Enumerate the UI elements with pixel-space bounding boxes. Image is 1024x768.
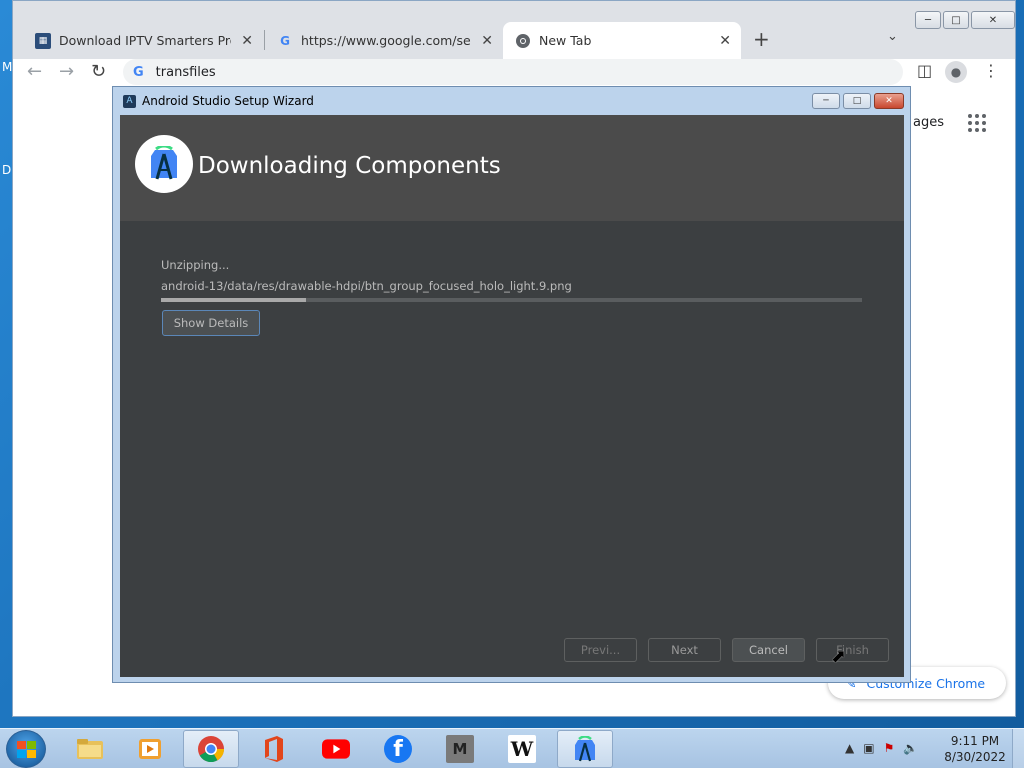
desktop-edge-label: D <box>2 163 12 177</box>
page-title: Downloading Components <box>198 153 501 179</box>
taskbar-youtube[interactable] <box>308 730 364 768</box>
google-g-icon: G <box>133 64 144 80</box>
close-tab-icon[interactable]: ✕ <box>719 33 731 49</box>
tab-google-search[interactable]: G https://www.google.com/search? ✕ <box>265 22 503 59</box>
system-tray: ▲ ▣ ⚑ 🔈 <box>845 741 918 755</box>
taskbar-media-player[interactable] <box>122 730 178 768</box>
progress-fill <box>161 298 307 302</box>
taskbar-android-studio[interactable] <box>557 730 613 768</box>
taskbar-file-explorer[interactable] <box>62 730 118 768</box>
tab-label: Download IPTV Smarters Pro 3.0 <box>59 33 231 48</box>
folder-icon <box>76 735 104 763</box>
download-progress-bar <box>161 298 862 302</box>
desktop-edge-label: M <box>2 60 13 74</box>
back-arrow-icon[interactable]: ← <box>27 61 42 82</box>
dialog-maximize-button[interactable]: □ <box>843 93 871 109</box>
tab-new-tab[interactable]: New Tab ✕ <box>503 22 741 59</box>
maximize-button[interactable]: □ <box>943 11 969 29</box>
mouse-cursor-icon: ⬈ <box>831 646 847 667</box>
android-studio-icon <box>571 735 599 763</box>
action-center-flag-icon[interactable]: ⚑ <box>884 741 895 755</box>
android-studio-logo-icon <box>135 135 193 193</box>
taskbar-chrome[interactable] <box>183 730 239 768</box>
tab-label: New Tab <box>539 33 592 48</box>
minimize-button[interactable]: ─ <box>915 11 941 29</box>
next-button[interactable]: Next <box>648 638 721 662</box>
show-details-button[interactable]: Show Details <box>162 310 260 336</box>
tab-label: https://www.google.com/search? <box>301 33 471 48</box>
network-icon[interactable]: ▣ <box>863 741 874 755</box>
youtube-icon <box>322 735 350 763</box>
profile-icon[interactable]: ● <box>945 61 967 83</box>
dialog-minimize-button[interactable]: ─ <box>812 93 840 109</box>
close-tab-icon[interactable]: ✕ <box>241 33 253 49</box>
facebook-icon: f <box>384 735 412 763</box>
wikipedia-icon: W <box>508 735 536 763</box>
menu-dots-icon[interactable]: ⋮ <box>983 61 999 80</box>
clock-date: 8/30/2022 <box>944 750 1006 764</box>
side-panel-icon[interactable]: ◫ <box>917 61 932 80</box>
setup-wizard-dialog: A Android Studio Setup Wizard ─ □ ✕ Down… <box>112 86 911 683</box>
dialog-body: Downloading Components Unzipping... andr… <box>120 115 904 677</box>
browser-toolbar: ← → ↻ G transfiles ◫ ● ⋮ <box>13 59 1015 87</box>
chrome-icon <box>197 735 225 763</box>
images-link[interactable]: ages <box>913 115 944 130</box>
close-tab-icon[interactable]: ✕ <box>481 33 493 49</box>
tab-search-chevron-icon[interactable]: ⌄ <box>887 29 898 44</box>
cancel-button[interactable]: Cancel <box>732 638 805 662</box>
show-hidden-icons-icon[interactable]: ▲ <box>845 741 854 755</box>
taskbar-office[interactable] <box>246 730 302 768</box>
show-desktop-button[interactable] <box>1012 729 1024 768</box>
dialog-window-controls: ─ □ ✕ <box>812 93 904 109</box>
android-studio-icon: A <box>123 94 136 108</box>
taskbar-clock[interactable]: 9:11 PM 8/30/2022 <box>940 733 1010 765</box>
m-app-icon: M <box>446 735 474 763</box>
status-text: Unzipping... <box>161 258 230 272</box>
finish-button[interactable]: Finish <box>816 638 889 662</box>
taskbar: f M W ▲ ▣ ⚑ 🔈 9:11 PM 8/30/2022 <box>0 728 1024 768</box>
taskbar-facebook[interactable]: f <box>370 730 426 768</box>
taskbar-m-app[interactable]: M <box>432 730 488 768</box>
address-bar[interactable]: G transfiles <box>123 59 903 85</box>
office-icon <box>260 735 288 763</box>
current-file-text: android-13/data/res/drawable-hdpi/btn_gr… <box>161 279 572 293</box>
tab-strip: ─ □ ✕ ▦ Download IPTV Smarters Pro 3.0 ✕… <box>13 1 1015 59</box>
tab-iptv[interactable]: ▦ Download IPTV Smarters Pro 3.0 ✕ <box>23 22 263 59</box>
media-player-icon <box>136 735 164 763</box>
reload-icon[interactable]: ↻ <box>91 61 106 82</box>
chrome-icon <box>515 33 531 49</box>
address-bar-text: transfiles <box>155 64 216 80</box>
app-favicon-icon: ▦ <box>35 32 51 49</box>
forward-arrow-icon[interactable]: → <box>59 61 74 82</box>
google-g-icon: G <box>280 33 290 48</box>
close-button[interactable]: ✕ <box>971 11 1015 29</box>
window-controls: ─ □ ✕ <box>915 11 1015 29</box>
clock-time: 9:11 PM <box>950 734 1000 748</box>
volume-icon[interactable]: 🔈 <box>903 741 918 755</box>
taskbar-wikipedia[interactable]: W <box>494 730 550 768</box>
dialog-title-bar[interactable]: A Android Studio Setup Wizard <box>113 87 910 115</box>
dialog-title: Android Studio Setup Wizard <box>142 94 314 108</box>
previous-button[interactable]: Previ... <box>564 638 637 662</box>
apps-grid-icon[interactable] <box>967 113 987 138</box>
dialog-header: Downloading Components <box>120 115 904 221</box>
dialog-close-button[interactable]: ✕ <box>874 93 904 109</box>
start-button[interactable] <box>6 730 46 768</box>
windows-logo-icon <box>17 741 37 759</box>
new-tab-button[interactable]: + <box>753 27 770 51</box>
